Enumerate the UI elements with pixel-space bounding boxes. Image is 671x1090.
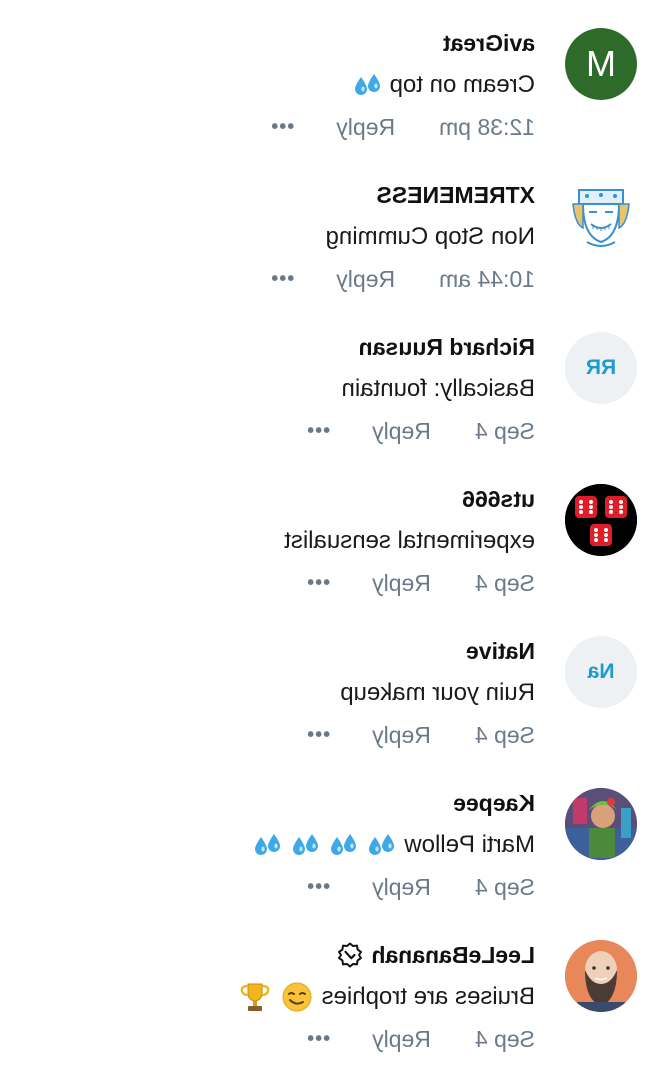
sweat-droplets-icon	[290, 832, 320, 858]
comment-item: Kaepee Marti Pellow Sep 4 Reply •••	[0, 788, 671, 938]
more-options-icon[interactable]: •••	[306, 872, 330, 902]
comment-text: Bruises are trophies	[15, 982, 535, 1012]
avatar[interactable]: Na	[565, 636, 637, 708]
red-dice-avatar-icon	[565, 484, 637, 556]
more-options-icon[interactable]: •••	[270, 264, 294, 294]
comment-text: Cream on top	[15, 70, 535, 100]
more-options-icon[interactable]: •••	[306, 568, 330, 598]
reply-button[interactable]: Reply	[372, 416, 431, 446]
comment-item: M aviGreat Cream on top 12:38 pm Reply •…	[0, 28, 671, 178]
avatar-initial: M	[586, 43, 616, 84]
trophy-icon	[240, 983, 269, 1011]
more-options-icon[interactable]: •••	[270, 112, 294, 142]
comment-timestamp: Sep 4	[474, 1026, 535, 1052]
sweat-droplets-icon	[252, 832, 282, 858]
avatar[interactable]: M	[565, 28, 637, 100]
avatar[interactable]	[565, 484, 637, 556]
comment-meta: 12:38 pm Reply •••	[15, 112, 535, 142]
reply-button[interactable]: Reply	[336, 112, 395, 142]
avatar[interactable]	[565, 788, 637, 860]
verified-icon	[338, 942, 363, 968]
comment-username[interactable]: uts666	[15, 484, 535, 514]
comment-timestamp: Sep 4	[474, 570, 535, 596]
comment-item: LeeLeBananah Bruises are trophies Sep 4 …	[0, 940, 671, 1090]
reply-button[interactable]: Reply	[372, 720, 431, 750]
avatar[interactable]	[565, 940, 637, 1012]
reply-button[interactable]: Reply	[372, 872, 431, 902]
avatar[interactable]	[565, 180, 637, 252]
avatar-initials: RR	[585, 356, 617, 379]
reply-button[interactable]: Reply	[372, 568, 431, 598]
comment-timestamp: Sep 4	[474, 722, 535, 748]
comment-username[interactable]: XTREMENESS	[15, 180, 535, 210]
comment-meta: Sep 4 Reply •••	[15, 720, 535, 750]
cartoon-face-avatar-icon	[565, 180, 637, 252]
reply-button[interactable]: Reply	[336, 264, 395, 294]
more-options-icon[interactable]: •••	[306, 1024, 330, 1054]
comment-username[interactable]: Richard Ruusan	[15, 332, 535, 362]
comment-text: Basically: fountain	[341, 375, 535, 402]
comment-username[interactable]: aviGreat	[15, 28, 535, 58]
photo-avatar-icon	[565, 788, 637, 860]
avatar-initials: Na	[587, 660, 615, 683]
reply-button[interactable]: Reply	[372, 1024, 431, 1054]
comment-text: Non Stop Cumming	[325, 223, 535, 250]
comment-timestamp: 12:38 pm	[439, 114, 535, 140]
comment-meta: 10:44 am Reply •••	[15, 264, 535, 294]
comment-item: uts666 experimental sensualist Sep 4 Rep…	[0, 484, 671, 634]
more-options-icon[interactable]: •••	[306, 416, 330, 446]
comment-text: experimental sensualist	[284, 527, 535, 554]
comment-list: M aviGreat Cream on top 12:38 pm Reply •…	[0, 0, 671, 1079]
comment-timestamp: Sep 4	[474, 874, 535, 900]
comment-meta: Sep 4 Reply •••	[15, 568, 535, 598]
comment-text: Marti Pellow	[15, 830, 535, 860]
avatar[interactable]: RR	[565, 332, 637, 404]
smirking-face-icon	[282, 982, 312, 1012]
more-options-icon[interactable]: •••	[306, 720, 330, 750]
comment-item: RR Richard Ruusan Basically: fountain Se…	[0, 332, 671, 482]
comment-meta: Sep 4 Reply •••	[15, 1024, 535, 1054]
comment-username[interactable]: LeeLeBananah	[15, 940, 535, 970]
sweat-droplets-icon	[352, 72, 382, 98]
comment-text: Ruin your makeup	[340, 679, 535, 706]
comment-item: Na Native Ruin your makeup Sep 4 Reply •…	[0, 636, 671, 786]
comment-timestamp: Sep 4	[474, 418, 535, 444]
comment-username[interactable]: Native	[15, 636, 535, 666]
comment-meta: Sep 4 Reply •••	[15, 872, 535, 902]
bearded-man-avatar-icon	[565, 940, 637, 1012]
comment-meta: Sep 4 Reply •••	[15, 416, 535, 446]
comment-username[interactable]: Kaepee	[15, 788, 535, 818]
sweat-droplets-icon	[328, 832, 358, 858]
comment-timestamp: 10:44 am	[439, 266, 535, 292]
sweat-droplets-icon	[366, 832, 396, 858]
comment-item: XTREMENESS Non Stop Cumming 10:44 am Rep…	[0, 180, 671, 330]
